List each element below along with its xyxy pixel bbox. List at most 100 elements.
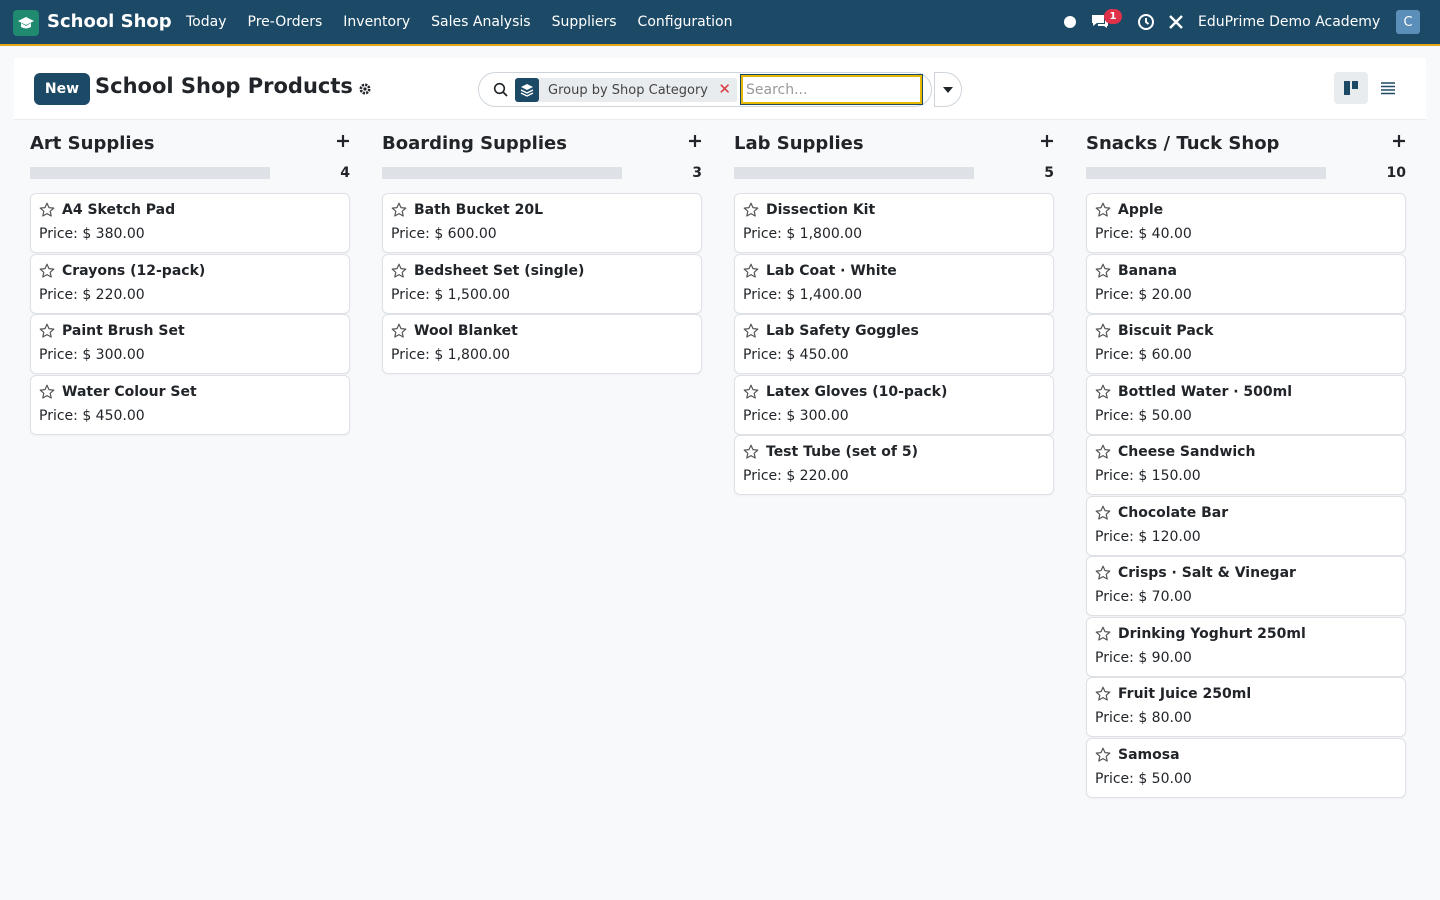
product-price: Price: $ 1,800.00	[391, 347, 510, 363]
column-progress-bar[interactable]	[30, 167, 270, 179]
product-card[interactable]: Drinking Yoghurt 250ml Price: $ 90.00	[1086, 616, 1406, 677]
product-card[interactable]: Crisps · Salt & Vinegar Price: $ 70.00	[1086, 556, 1406, 616]
product-card[interactable]: Biscuit Pack Price: $ 60.00	[1086, 314, 1406, 374]
presence-status-icon[interactable]	[1064, 16, 1076, 28]
product-card[interactable]: Cheese Sandwich Price: $ 150.00	[1086, 435, 1406, 495]
user-avatar[interactable]: C	[1396, 10, 1420, 34]
product-card[interactable]: Banana Price: $ 20.00	[1086, 253, 1406, 314]
product-name: Chocolate Bar	[1118, 504, 1229, 521]
star-icon[interactable]	[743, 263, 759, 279]
add-card-plus-icon[interactable]	[336, 134, 350, 148]
column-title[interactable]: Art Supplies	[30, 133, 155, 154]
product-name: Test Tube (set of 5)	[766, 444, 918, 460]
product-card[interactable]: Lab Coat · White Price: $ 1,400.00	[734, 253, 1054, 314]
column-title[interactable]: Snacks / Tuck Shop	[1086, 133, 1279, 154]
star-icon[interactable]	[1095, 323, 1111, 339]
star-icon[interactable]	[1095, 202, 1111, 218]
app-name[interactable]: School Shop	[47, 11, 172, 32]
price-label: Price:	[1095, 770, 1134, 787]
product-name: A4 Sketch Pad	[62, 202, 176, 218]
gear-icon[interactable]	[358, 82, 372, 96]
price-value: $ 50.00	[1138, 770, 1192, 787]
new-button[interactable]: New	[34, 73, 90, 105]
menu-item-inventory[interactable]: Inventory	[343, 14, 410, 30]
product-name: Bedsheet Set (single)	[414, 262, 585, 279]
product-card[interactable]: Paint Brush Set Price: $ 300.00	[30, 314, 350, 374]
price-label: Price:	[39, 407, 78, 424]
product-price: Price: $ 450.00	[743, 347, 849, 363]
product-card[interactable]: Bath Bucket 20L Price: $ 600.00	[382, 193, 702, 253]
product-card[interactable]: Bedsheet Set (single) Price: $ 1,500.00	[382, 253, 702, 314]
menu-item-sales-analysis[interactable]: Sales Analysis	[431, 14, 530, 30]
product-name: Crayons (12-pack)	[62, 262, 206, 279]
product-card[interactable]: Lab Safety Goggles Price: $ 450.00	[734, 314, 1054, 374]
menu-item-configuration[interactable]: Configuration	[638, 14, 733, 30]
product-card[interactable]: Fruit Juice 250ml Price: $ 80.00	[1086, 677, 1406, 737]
search-bar: Group by Shop Category ✕	[478, 72, 932, 107]
star-icon[interactable]	[1095, 384, 1111, 400]
product-card[interactable]: Wool Blanket Price: $ 1,800.00	[382, 314, 702, 374]
star-icon[interactable]	[1095, 565, 1111, 581]
column-progress-bar[interactable]	[1086, 167, 1326, 179]
product-name: Dissection Kit	[766, 202, 876, 218]
star-icon[interactable]	[743, 384, 759, 400]
star-icon[interactable]	[1095, 505, 1111, 521]
product-card[interactable]: Bottled Water · 500ml Price: $ 50.00	[1086, 374, 1406, 435]
product-card[interactable]: Apple Price: $ 40.00	[1086, 193, 1406, 253]
main-menu: Today Pre-Orders Inventory Sales Analysi…	[186, 14, 754, 30]
group-by-facet: Group by Shop Category ✕	[515, 78, 737, 102]
star-icon[interactable]	[743, 444, 759, 460]
column-title[interactable]: Lab Supplies	[734, 133, 864, 154]
product-card[interactable]: Chocolate Bar Price: $ 120.00	[1086, 495, 1406, 556]
add-card-plus-icon[interactable]	[688, 134, 702, 148]
product-card[interactable]: A4 Sketch Pad Price: $ 380.00	[30, 193, 350, 253]
star-icon[interactable]	[1095, 263, 1111, 279]
column-progress-bar[interactable]	[734, 167, 974, 179]
search-input[interactable]	[740, 74, 923, 105]
tools-icon[interactable]	[1167, 13, 1185, 31]
graduation-cap-icon[interactable]	[13, 10, 39, 36]
star-icon[interactable]	[391, 202, 407, 218]
column-progress-bar[interactable]	[382, 167, 622, 179]
star-icon[interactable]	[743, 323, 759, 339]
product-name: Apple	[1118, 202, 1164, 218]
search-options-toggle[interactable]	[934, 72, 962, 107]
list-view-button[interactable]	[1371, 72, 1405, 104]
star-icon[interactable]	[1095, 444, 1111, 460]
star-icon[interactable]	[39, 263, 55, 279]
kanban-icon	[1344, 81, 1358, 95]
price-value: $ 300.00	[82, 347, 145, 363]
column-title[interactable]: Boarding Supplies	[382, 133, 567, 154]
price-value: $ 50.00	[1138, 407, 1192, 424]
product-card[interactable]: Water Colour Set Price: $ 450.00	[30, 374, 350, 435]
star-icon[interactable]	[39, 384, 55, 400]
activity-clock-icon[interactable]	[1137, 13, 1155, 31]
star-icon[interactable]	[1095, 747, 1111, 763]
company-switcher[interactable]: EduPrime Demo Academy	[1198, 14, 1380, 30]
remove-facet-close-icon[interactable]: ✕	[718, 81, 731, 98]
star-icon[interactable]	[39, 323, 55, 339]
star-icon[interactable]	[391, 323, 407, 339]
star-icon[interactable]	[391, 263, 407, 279]
menu-item-pre-orders[interactable]: Pre-Orders	[248, 14, 323, 30]
product-card[interactable]: Crayons (12-pack) Price: $ 220.00	[30, 253, 350, 314]
kanban-view-button[interactable]	[1334, 72, 1368, 104]
add-card-plus-icon[interactable]	[1040, 134, 1054, 148]
add-card-plus-icon[interactable]	[1392, 134, 1406, 148]
menu-item-suppliers[interactable]: Suppliers	[552, 14, 617, 30]
star-icon[interactable]	[743, 202, 759, 218]
product-card[interactable]: Samosa Price: $ 50.00	[1086, 737, 1406, 798]
product-price: Price: $ 50.00	[1095, 408, 1192, 424]
star-icon[interactable]	[39, 202, 55, 218]
product-card[interactable]: Dissection Kit Price: $ 1,800.00	[734, 193, 1054, 253]
star-icon[interactable]	[1095, 626, 1111, 642]
column-header: Lab Supplies 5	[734, 120, 1054, 190]
menu-item-today[interactable]: Today	[186, 14, 227, 30]
page-title: School Shop Products	[95, 74, 353, 98]
product-name: Samosa	[1118, 746, 1180, 763]
price-value: $ 1,400.00	[786, 286, 863, 303]
product-card[interactable]: Test Tube (set of 5) Price: $ 220.00	[734, 435, 1054, 495]
product-card[interactable]: Latex Gloves (10-pack) Price: $ 300.00	[734, 374, 1054, 435]
message-count-badge: 1	[1104, 9, 1122, 24]
star-icon[interactable]	[1095, 686, 1111, 702]
